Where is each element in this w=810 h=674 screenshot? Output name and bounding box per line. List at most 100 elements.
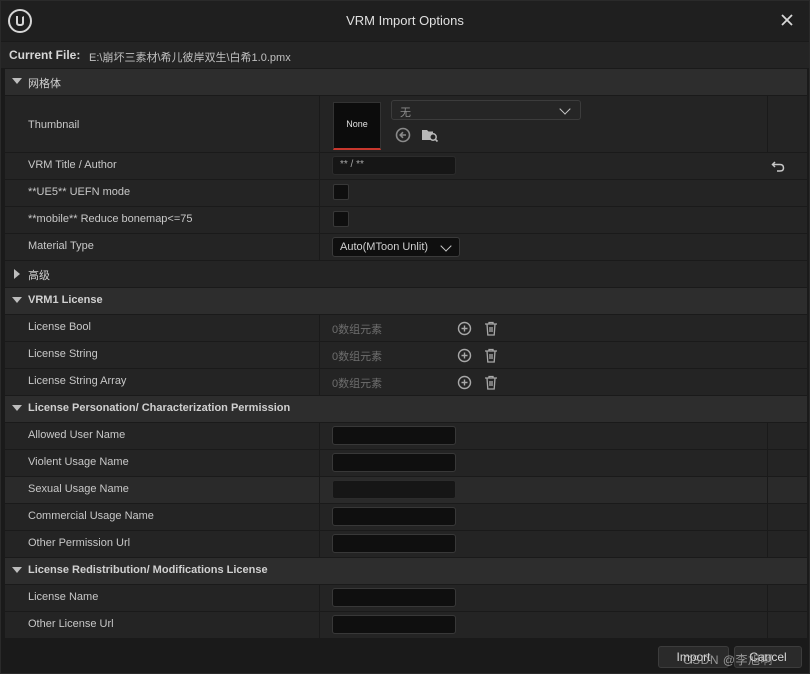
column-divider (319, 423, 320, 449)
reduce-bonemap-checkbox[interactable] (333, 211, 349, 227)
title-author-field[interactable]: ** / ** (332, 156, 456, 175)
chevron-down-icon (440, 240, 452, 252)
collapse-arrow-icon (12, 78, 22, 84)
column-divider (767, 612, 768, 638)
other-permission-url-field[interactable] (332, 534, 456, 553)
thumbnail-asset-dropdown[interactable]: 无 (391, 100, 581, 120)
commercial-usage-name-field[interactable] (332, 507, 456, 526)
category-mesh[interactable]: 网格体 (5, 68, 807, 95)
violent-usage-name-field[interactable] (332, 453, 456, 472)
column-divider (319, 369, 320, 395)
browse-folder-icon[interactable] (421, 127, 439, 143)
row-label: Other Permission Url (28, 537, 131, 549)
column-divider (319, 531, 320, 557)
row-other-permission-url: Other Permission Url (5, 530, 807, 557)
row-license-string-array: License String Array 0数组元素 (5, 368, 807, 395)
current-file-bar: Current File: E:\崩坏三素材\希儿彼岸双生\白希1.0.pmx (1, 42, 809, 68)
column-divider (319, 612, 320, 638)
uefn-mode-checkbox[interactable] (333, 184, 349, 200)
category-vrm1-license[interactable]: VRM1 License (5, 287, 807, 314)
category-label: VRM1 License (28, 294, 103, 306)
delete-all-trash-icon[interactable] (484, 348, 498, 363)
reset-to-default-icon[interactable] (771, 159, 785, 173)
row-label: Thumbnail (28, 119, 80, 131)
row-uefn-mode: **UE5** UEFN mode (5, 179, 807, 206)
row-allowed-user-name: Allowed User Name (5, 422, 807, 449)
add-element-icon[interactable] (457, 321, 472, 336)
material-type-value: Auto(MToon Unlit) (340, 241, 429, 253)
details-panel: 网格体 Thumbnail None 无 VRM Title / Author … (5, 68, 807, 642)
close-icon[interactable] (779, 12, 795, 28)
use-selected-asset-icon[interactable] (395, 127, 411, 143)
row-title-author: VRM Title / Author ** / ** (5, 152, 807, 179)
category-label: 网格体 (28, 78, 61, 90)
add-element-icon[interactable] (457, 348, 472, 363)
column-divider (319, 315, 320, 341)
category-advanced[interactable]: 高级 (5, 260, 807, 287)
add-element-icon[interactable] (457, 375, 472, 390)
column-divider (319, 96, 320, 152)
column-divider (767, 96, 768, 152)
column-divider (319, 504, 320, 530)
column-divider (319, 180, 320, 206)
row-sexual-usage-name: Sexual Usage Name (5, 476, 807, 503)
column-divider (767, 450, 768, 476)
row-label: Violent Usage Name (28, 456, 129, 468)
current-file-label: Current File: (9, 48, 81, 62)
csdn-watermark: CSDN @李旭啊 (683, 653, 774, 667)
asset-dropdown-value: 无 (400, 107, 411, 119)
license-name-field[interactable] (332, 588, 456, 607)
column-divider (319, 477, 320, 503)
row-commercial-usage-name: Commercial Usage Name (5, 503, 807, 530)
window-title: VRM Import Options (346, 13, 464, 28)
column-divider (319, 207, 320, 233)
row-label: Allowed User Name (28, 429, 126, 441)
collapse-arrow-icon (12, 297, 22, 303)
row-label: Other License Url (28, 618, 114, 630)
row-label: Material Type (28, 240, 94, 252)
column-divider (319, 153, 320, 179)
category-personation-permission[interactable]: License Personation/ Characterization Pe… (5, 395, 807, 422)
collapse-arrow-icon (12, 567, 22, 573)
row-label: License String Array (28, 375, 127, 387)
row-label: License Name (28, 591, 99, 603)
column-divider (767, 585, 768, 611)
column-divider (767, 423, 768, 449)
column-divider (319, 342, 320, 368)
row-label: License Bool (28, 321, 91, 333)
thumbnail-none-text: None (346, 119, 368, 129)
row-label: **UE5** UEFN mode (28, 186, 131, 198)
material-type-dropdown[interactable]: Auto(MToon Unlit) (332, 237, 460, 257)
column-divider (767, 504, 768, 530)
column-divider (767, 531, 768, 557)
chevron-down-icon (559, 103, 571, 115)
row-label: License String (28, 348, 98, 360)
row-thumbnail: Thumbnail None 无 (5, 95, 807, 152)
row-violent-usage-name: Violent Usage Name (5, 449, 807, 476)
sexual-usage-name-field[interactable] (332, 480, 456, 499)
row-label: Sexual Usage Name (28, 483, 129, 495)
allowed-user-name-field[interactable] (332, 426, 456, 445)
column-divider (319, 450, 320, 476)
array-count-text: 0数组元素 (332, 324, 383, 336)
row-license-string: License String 0数组元素 (5, 341, 807, 368)
category-label: License Personation/ Characterization Pe… (28, 402, 291, 414)
row-other-license-url: Other License Url (5, 611, 807, 638)
collapse-arrow-icon (12, 405, 22, 411)
delete-all-trash-icon[interactable] (484, 321, 498, 336)
row-label: Commercial Usage Name (28, 510, 154, 522)
row-reduce-bonemap: **mobile** Reduce bonemap<=75 (5, 206, 807, 233)
expand-arrow-icon (14, 269, 20, 279)
column-divider (319, 234, 320, 260)
row-license-bool: License Bool 0数组元素 (5, 314, 807, 341)
category-redistribution-license[interactable]: License Redistribution/ Modifications Li… (5, 557, 807, 584)
current-file-path: E:\崩坏三素材\希儿彼岸双生\白希1.0.pmx (89, 52, 291, 64)
column-divider (767, 477, 768, 503)
category-label: License Redistribution/ Modifications Li… (28, 564, 268, 576)
other-license-url-field[interactable] (332, 615, 456, 634)
column-divider (319, 585, 320, 611)
category-label: 高级 (28, 270, 50, 282)
thumbnail-preview[interactable]: None (333, 102, 381, 150)
array-count-text: 0数组元素 (332, 378, 383, 390)
delete-all-trash-icon[interactable] (484, 375, 498, 390)
